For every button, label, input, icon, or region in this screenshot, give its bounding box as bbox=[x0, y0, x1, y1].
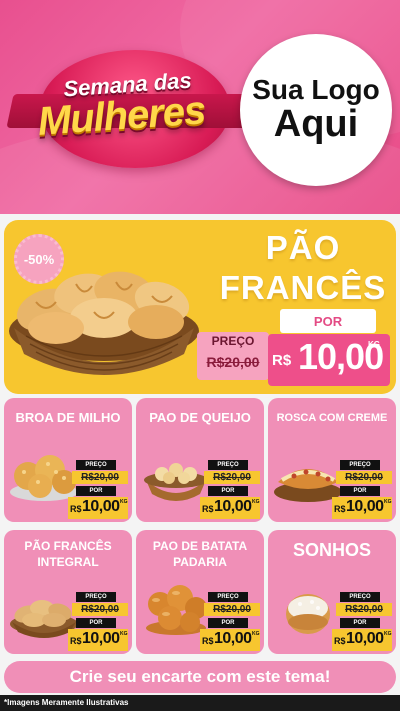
product-card[interactable]: PAO DE BATATA PADARIA PREÇO R$20,00 POR … bbox=[136, 530, 264, 654]
new-price-value: 10,00 bbox=[82, 630, 120, 647]
featured-name-line1: PÃO bbox=[265, 229, 341, 266]
new-price-label: POR bbox=[76, 486, 116, 496]
product-name: PÃO FRANCÊS INTEGRAL bbox=[4, 538, 132, 570]
product-name: PAO DE QUEIJO bbox=[149, 410, 251, 425]
old-price-value: R$20,00 bbox=[72, 471, 128, 484]
old-price-label: PREÇO bbox=[208, 460, 248, 470]
old-price-value: R$20,00 bbox=[204, 471, 260, 484]
new-price-currency: R$ bbox=[334, 504, 346, 514]
old-price-value: R$20,00 bbox=[72, 603, 128, 616]
new-price-value: 10,00 bbox=[214, 630, 252, 647]
new-price-value: 10,00 bbox=[346, 630, 384, 647]
new-price-value: 10,00 bbox=[346, 498, 384, 515]
product-price-box: PREÇO R$20,00 POR R$ 10,00 KG bbox=[332, 592, 392, 652]
old-price-value: R$20,00 bbox=[336, 603, 392, 616]
cta-banner[interactable]: Crie seu encarte com este tema! bbox=[4, 661, 396, 693]
old-price-label: PREÇO bbox=[340, 460, 380, 470]
product-card[interactable]: BROA DE MILHO PREÇO R$20,00 POR R$ 10,00… bbox=[4, 398, 132, 522]
old-price-value: R$20,00 bbox=[206, 354, 260, 370]
product-name-line1: PAO DE BATATA bbox=[152, 539, 248, 553]
featured-product-name: PÃO FRANCÊS bbox=[212, 228, 394, 308]
product-price-box: PREÇO R$20,00 POR R$ 10,00 KG bbox=[68, 460, 128, 520]
new-price-value: 10,00 bbox=[214, 498, 252, 515]
product-price-box: PREÇO R$20,00 POR R$ 10,00 KG bbox=[200, 592, 260, 652]
new-price-currency: R$ bbox=[334, 636, 346, 646]
old-price-label: PREÇO bbox=[208, 592, 248, 602]
new-price-unit: KG bbox=[252, 631, 260, 637]
product-card[interactable]: PÃO FRANCÊS INTEGRAL PREÇO R$20,00 POR R… bbox=[4, 530, 132, 654]
new-price-currency: R$ bbox=[70, 504, 82, 514]
new-price-currency: R$ bbox=[272, 352, 292, 369]
old-price-label: PREÇO bbox=[76, 460, 116, 470]
old-price-label: PREÇO bbox=[76, 592, 116, 602]
new-price-currency: R$ bbox=[202, 636, 214, 646]
product-card[interactable]: ROSCA COM CREME PREÇO R$20,00 POR R$ 10,… bbox=[268, 398, 396, 522]
new-price-unit: KG bbox=[120, 631, 128, 637]
potato-bread-image bbox=[146, 585, 207, 635]
discount-badge: -50% bbox=[14, 234, 64, 284]
new-price-currency: R$ bbox=[202, 504, 214, 514]
new-price-currency: R$ bbox=[70, 636, 82, 646]
new-price-label: POR bbox=[340, 618, 380, 628]
logo-text-line2: Aqui bbox=[273, 103, 359, 146]
new-price-tag: R$ 10,00 KG bbox=[332, 629, 392, 651]
new-price-tag: R$ 10,00 KG bbox=[200, 497, 260, 519]
old-price-value: R$20,00 bbox=[204, 603, 260, 616]
product-card[interactable]: SONHOS PREÇO R$20,00 POR R$ 10,00 KG bbox=[268, 530, 396, 654]
product-price-box: PREÇO R$20,00 POR R$ 10,00 KG bbox=[68, 592, 128, 652]
logo-text-line1: Sua Logo bbox=[252, 73, 380, 105]
featured-name-line2: FRANCÊS bbox=[219, 269, 387, 306]
new-price-unit: KG bbox=[384, 631, 392, 637]
product-name-line2: PADARIA bbox=[173, 555, 227, 569]
old-price-label: PREÇO bbox=[211, 334, 255, 348]
new-price-unit: KG bbox=[384, 499, 392, 505]
old-price-value: R$20,00 bbox=[336, 471, 392, 484]
product-name: ROSCA COM CREME bbox=[276, 412, 388, 424]
product-price-box: PREÇO R$20,00 POR R$ 10,00 KG bbox=[200, 460, 260, 520]
product-name: PAO DE BATATA PADARIA bbox=[136, 538, 264, 570]
new-price-label: POR bbox=[76, 618, 116, 628]
new-price-unit: KG bbox=[120, 499, 128, 505]
product-price-box: PREÇO R$20,00 POR R$ 10,00 KG bbox=[332, 460, 392, 520]
product-name-line1: PÃO FRANCÊS bbox=[24, 539, 112, 553]
new-price-label: POR bbox=[208, 618, 248, 628]
product-card[interactable]: PAO DE QUEIJO PREÇO R$20,00 POR R$ 10,00… bbox=[136, 398, 264, 522]
old-price-label: PREÇO bbox=[340, 592, 380, 602]
corn-bread-image bbox=[10, 455, 78, 501]
new-price-tag: R$ 10,00 KG bbox=[68, 629, 128, 651]
new-price-label: POR bbox=[280, 309, 376, 333]
new-price-tag: R$ 10,00 KG bbox=[68, 497, 128, 519]
product-name: BROA DE MILHO bbox=[15, 410, 121, 425]
new-price-unit: KG bbox=[368, 340, 380, 349]
product-name-line2: INTEGRAL bbox=[37, 555, 99, 569]
new-price-label: POR bbox=[208, 486, 248, 496]
disclaimer-footer: *Imagens Meramente Ilustrativas bbox=[0, 695, 400, 711]
logo-placeholder[interactable]: Sua Logo Aqui bbox=[240, 34, 392, 186]
product-name: SONHOS bbox=[292, 540, 371, 560]
new-price-unit: KG bbox=[252, 499, 260, 505]
new-price-tag: R$ 10,00 KG bbox=[200, 629, 260, 651]
new-price-tag: R$ 10,00 KG bbox=[332, 497, 392, 519]
new-price-value: 10,00 bbox=[82, 498, 120, 515]
new-price-label: POR bbox=[340, 486, 380, 496]
